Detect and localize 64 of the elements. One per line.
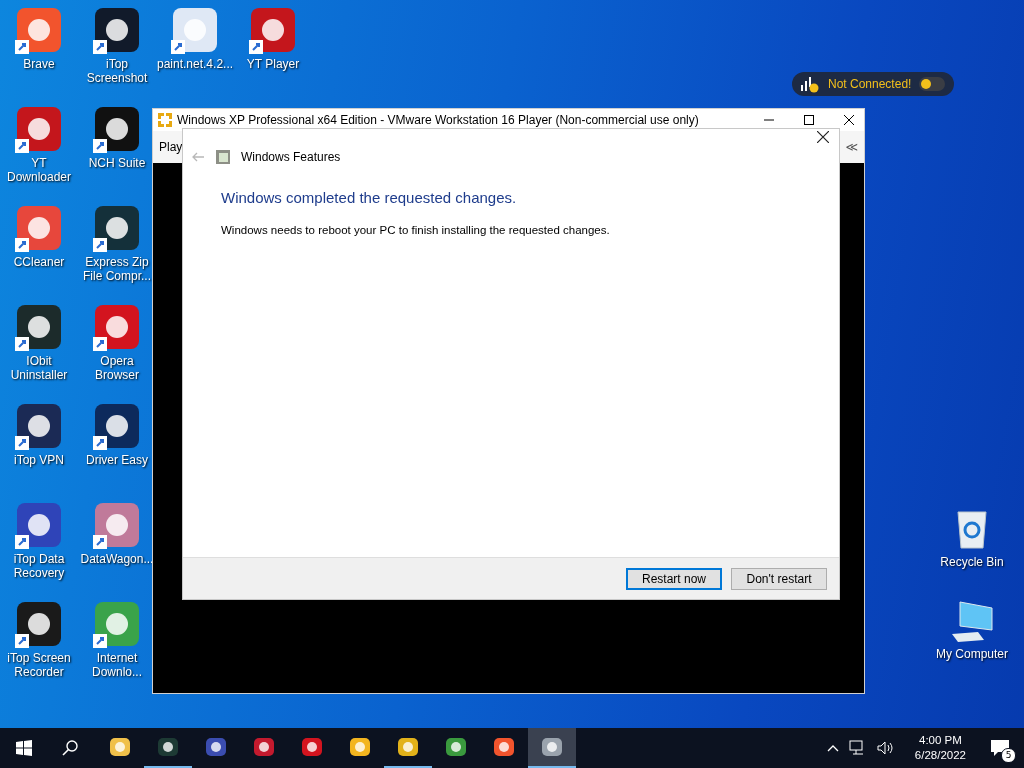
app-icon[interactable] (15, 501, 63, 549)
app-icon (348, 735, 372, 759)
close-icon[interactable] (817, 131, 829, 143)
app-icon (108, 735, 132, 759)
icon-label: Driver Easy (85, 453, 149, 467)
icon-label: iTop VPN (13, 453, 65, 467)
icon-label: iTop Data Recovery (12, 552, 66, 580)
features-icon (215, 149, 231, 165)
icon-label: iTop Screenshot (85, 57, 149, 85)
vmware-logo-icon (157, 112, 173, 128)
player-menu[interactable]: Play (159, 140, 183, 154)
clock[interactable]: 4:00 PM 6/28/2022 (904, 733, 976, 763)
app-icon[interactable] (15, 600, 63, 648)
close-icon[interactable] (844, 115, 854, 125)
app-icon (252, 735, 276, 759)
clock-date: 6/28/2022 (914, 748, 966, 763)
app-icon[interactable] (93, 204, 141, 252)
app-icon[interactable] (15, 402, 63, 450)
app-icon (396, 735, 420, 759)
chevron-up-icon[interactable] (826, 744, 839, 752)
icon-label: Opera Browser (94, 354, 140, 382)
app-icon[interactable] (249, 6, 297, 54)
icon-label: Express Zip File Compr... (82, 255, 152, 283)
search-icon[interactable] (62, 740, 78, 756)
app-icon[interactable] (15, 105, 63, 153)
restart-now-button[interactable]: Restart now (626, 567, 722, 590)
app-icon (444, 735, 468, 759)
dialog-heading: Windows completed the requested changes. (221, 189, 518, 206)
dialog-title: Windows Features (241, 150, 341, 164)
clock-time: 4:00 PM (919, 733, 962, 748)
icon-label: My Computer (935, 647, 1009, 661)
signal-warning-icon (800, 75, 820, 93)
dont-restart-button[interactable]: Don't restart (731, 567, 827, 590)
icon-label: DataWagon... (79, 552, 155, 566)
icon-label: iTop Screen Recorder (6, 651, 72, 679)
maximize-icon[interactable] (804, 115, 814, 125)
app-icon (492, 735, 516, 759)
collapse-button[interactable]: ≪ (845, 140, 858, 154)
app-icon (540, 735, 564, 759)
app-icon (204, 735, 228, 759)
vpn-status-text: Not Connected! (828, 77, 912, 91)
window-title: Windows XP Professional x64 Edition - VMware Workstation 16 Player (Non-commercial use only) (177, 113, 699, 127)
icon-label: CCleaner (12, 255, 66, 269)
windows-start-icon[interactable] (16, 740, 32, 756)
notification-icon[interactable] (990, 739, 1010, 757)
app-icon (300, 735, 324, 759)
icon-label: YT Downloader (5, 156, 72, 184)
app-icon[interactable] (93, 6, 141, 54)
dialog-message: Windows needs to reboot your PC to finish installing the requested changes. (221, 224, 611, 236)
icon-label: Brave (22, 57, 56, 71)
icon-label: paint.net.4.2... (157, 57, 233, 71)
app-icon (156, 735, 180, 759)
notification-count: 5 (1001, 748, 1016, 763)
icon-label: Recycle Bin (939, 555, 1005, 569)
taskbar-app[interactable] (528, 728, 576, 768)
toggle-switch[interactable] (919, 77, 946, 91)
speaker-icon[interactable] (876, 740, 895, 756)
icon-label: Internet Downlo... (91, 651, 143, 679)
app-icon[interactable] (93, 105, 141, 153)
icon-label: YT Player (245, 57, 301, 71)
icon-label: IObit Uninstaller (9, 354, 69, 382)
app-icon[interactable] (93, 402, 141, 450)
app-icon[interactable] (15, 303, 63, 351)
icon-label: NCH Suite (87, 156, 147, 170)
